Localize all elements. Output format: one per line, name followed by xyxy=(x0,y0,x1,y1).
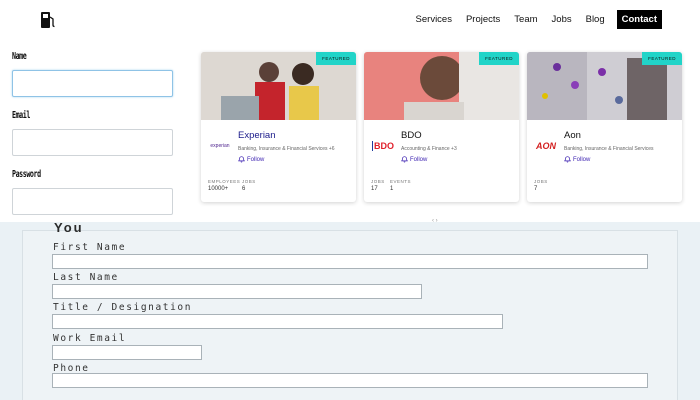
work-email-label: Work Email xyxy=(53,333,127,344)
stat-value: 17 xyxy=(371,186,378,192)
stat-key: JOBS xyxy=(534,179,548,184)
password-field[interactable] xyxy=(12,188,173,215)
logo-text: AON xyxy=(536,141,556,151)
follow-button[interactable]: Follow xyxy=(238,156,264,163)
password-label: Password xyxy=(12,169,41,180)
stat-value: 6 xyxy=(242,186,246,192)
aon-logo: AON xyxy=(534,134,558,158)
featured-badge: FEATURED xyxy=(642,52,682,65)
nav-jobs[interactable]: Jobs xyxy=(552,14,572,25)
nav-services[interactable]: Services xyxy=(416,14,452,25)
company-card-bdo[interactable]: FEATURED BDO BDO Accounting & Finance +3… xyxy=(364,52,519,202)
follow-button[interactable]: Follow xyxy=(401,156,427,163)
phone-field[interactable] xyxy=(52,373,648,388)
stat-jobs: JOBS 6 xyxy=(242,179,256,192)
company-category: Banking, Insurance & Financial Services xyxy=(564,146,654,152)
bell-icon xyxy=(564,156,571,163)
stat-events: EVENTS 1 xyxy=(390,179,411,192)
nav-contact-button[interactable]: Contact xyxy=(616,10,662,29)
company-card-aon[interactable]: FEATURED AON Aon Banking, Insurance & Fi… xyxy=(527,52,682,202)
follow-label: Follow xyxy=(410,156,428,163)
name-label: Name xyxy=(12,51,27,62)
last-name-field[interactable] xyxy=(52,284,422,299)
work-email-field[interactable] xyxy=(52,345,202,360)
email-label: Email xyxy=(12,110,30,121)
company-name[interactable]: Aon xyxy=(564,130,581,141)
company-name[interactable]: BDO xyxy=(401,130,422,141)
stat-key: JOBS xyxy=(371,179,385,184)
company-category: Banking, Insurance & Financial Services … xyxy=(238,146,335,152)
card-hero-image: FEATURED xyxy=(527,52,682,120)
featured-badge: FEATURED xyxy=(479,52,519,65)
email-field[interactable] xyxy=(12,129,173,156)
top-navigation: Services Projects Team Jobs Blog Contact xyxy=(0,0,700,40)
stat-value: 10000+ xyxy=(208,186,229,192)
name-field[interactable] xyxy=(12,70,173,97)
login-form: Name Email Password xyxy=(12,50,174,233)
follow-button[interactable]: Follow xyxy=(564,156,590,163)
nav-blog[interactable]: Blog xyxy=(586,14,605,25)
logo-text: BDO xyxy=(372,141,394,151)
logo-text: experian xyxy=(210,143,230,149)
stat-key: JOBS xyxy=(242,179,256,184)
nav-projects[interactable]: Projects xyxy=(466,14,500,25)
last-name-label: Last Name xyxy=(53,272,119,283)
bell-icon xyxy=(401,156,408,163)
fuel-pump-icon[interactable] xyxy=(40,11,56,29)
main-nav: Services Projects Team Jobs Blog Contact xyxy=(402,10,662,29)
form-section-title: You xyxy=(54,220,84,235)
stat-jobs: JOBS 7 xyxy=(534,179,548,192)
nav-team[interactable]: Team xyxy=(514,14,537,25)
company-category: Accounting & Finance +3 xyxy=(401,146,457,152)
company-name[interactable]: Experian xyxy=(238,130,276,141)
stat-key: EVENTS xyxy=(390,179,412,184)
bdo-logo: BDO xyxy=(371,134,395,158)
stat-employees: EMPLOYEES 10000+ xyxy=(208,179,240,192)
first-name-field[interactable] xyxy=(52,254,648,269)
company-card-experian[interactable]: FEATURED experian Experian Banking, Insu… xyxy=(201,52,356,202)
follow-label: Follow xyxy=(573,156,591,163)
card-hero-image: FEATURED xyxy=(364,52,519,120)
bell-icon xyxy=(238,156,245,163)
follow-label: Follow xyxy=(247,156,265,163)
experian-logo: experian xyxy=(208,134,232,158)
title-designation-field[interactable] xyxy=(52,314,503,329)
stat-value: 1 xyxy=(390,186,394,192)
stat-jobs: JOBS 17 xyxy=(371,179,385,192)
first-name-label: First Name xyxy=(53,242,127,253)
title-designation-label: Title / Designation xyxy=(53,302,193,313)
featured-badge: FEATURED xyxy=(316,52,356,65)
stat-value: 7 xyxy=(534,186,538,192)
stat-key: EMPLOYEES xyxy=(208,179,241,184)
card-hero-image: FEATURED xyxy=(201,52,356,120)
